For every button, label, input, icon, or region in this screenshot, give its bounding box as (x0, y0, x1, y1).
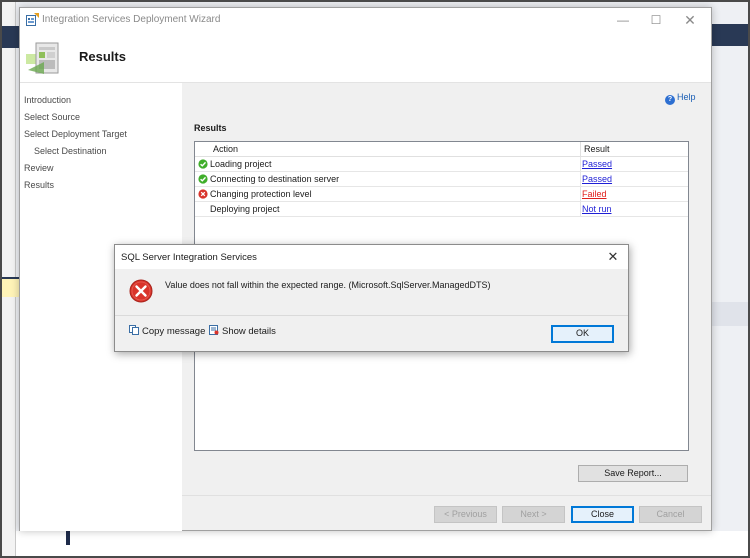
help-label: Help (677, 92, 696, 102)
error-icon (198, 189, 208, 199)
dialog-title: SQL Server Integration Services (121, 252, 257, 263)
ok-button[interactable]: OK (551, 325, 614, 343)
row-result-link[interactable]: Failed (582, 189, 607, 199)
background-highlight (0, 277, 20, 297)
nav-item-review[interactable]: Review (24, 163, 54, 173)
error-dialog: SQL Server Integration Services ✕ Value … (114, 244, 629, 352)
column-header-action: Action (213, 144, 239, 154)
nav-item-select-deployment-target[interactable]: Select Deployment Target (24, 129, 127, 139)
row-result-link[interactable]: Not run (582, 204, 612, 214)
cancel-button[interactable]: Cancel (639, 506, 702, 523)
table-row: Connecting to destination server Passed (195, 172, 688, 187)
background-bottom-area (16, 531, 750, 558)
column-divider (580, 187, 581, 202)
background-panel-right (711, 302, 750, 326)
column-divider (580, 157, 581, 172)
page-title: Results (79, 49, 126, 64)
nav-item-select-destination[interactable]: Select Destination (34, 146, 107, 156)
background-bottom-marker (66, 531, 70, 545)
results-heading: Results (194, 123, 227, 133)
save-report-button[interactable]: Save Report... (578, 465, 688, 482)
row-action: Connecting to destination server (210, 174, 340, 184)
dialog-close-button[interactable]: ✕ (605, 249, 621, 265)
nav-item-select-source[interactable]: Select Source (24, 112, 80, 122)
row-result-link[interactable]: Passed (582, 174, 612, 184)
row-action: Changing protection level (210, 189, 312, 199)
dialog-footer: Copy message Show details OK (115, 315, 628, 351)
close-button[interactable]: Close (571, 506, 634, 523)
wizard-header: Results (20, 32, 711, 83)
column-header-result: Result (584, 144, 610, 154)
error-icon (129, 279, 153, 303)
table-header: Action Result (195, 142, 688, 157)
row-result-link[interactable]: Passed (582, 159, 612, 169)
column-divider (580, 202, 581, 217)
success-icon (198, 159, 208, 169)
wizard-titlebar: Integration Services Deployment Wizard —… (20, 8, 711, 32)
table-row: Changing protection level Failed (195, 187, 688, 202)
minimize-button[interactable]: — (608, 10, 638, 30)
show-details-label: Show details (222, 326, 276, 337)
deployment-package-icon (26, 42, 59, 74)
row-action: Loading project (210, 159, 272, 169)
column-divider (580, 142, 581, 157)
table-row: Loading project Passed (195, 157, 688, 172)
column-divider (580, 172, 581, 187)
copy-icon (129, 325, 139, 335)
success-icon (198, 174, 208, 184)
wizard-app-icon (26, 13, 39, 26)
previous-button[interactable]: < Previous (434, 506, 497, 523)
show-details-button[interactable]: Show details (209, 325, 276, 337)
next-button[interactable]: Next > (502, 506, 565, 523)
dialog-body: Value does not fall within the expected … (115, 269, 628, 315)
table-row: Deploying project Not run (195, 202, 688, 217)
background-toolbar-right (711, 24, 750, 46)
window-close-button[interactable]: ✕ (675, 10, 705, 30)
copy-message-label: Copy message (142, 326, 206, 337)
background-toolbar-left (0, 26, 20, 48)
wizard-title: Integration Services Deployment Wizard (42, 14, 221, 25)
nav-item-results[interactable]: Results (24, 180, 54, 190)
error-message: Value does not fall within the expected … (165, 280, 491, 290)
help-icon: ? (665, 95, 675, 105)
footer-divider (182, 495, 711, 496)
nav-item-introduction[interactable]: Introduction (24, 95, 71, 105)
help-link[interactable]: ? Help (665, 92, 696, 105)
row-action: Deploying project (210, 204, 280, 214)
maximize-button[interactable]: ☐ (641, 10, 671, 30)
details-icon (209, 325, 219, 335)
copy-message-button[interactable]: Copy message (129, 325, 205, 337)
